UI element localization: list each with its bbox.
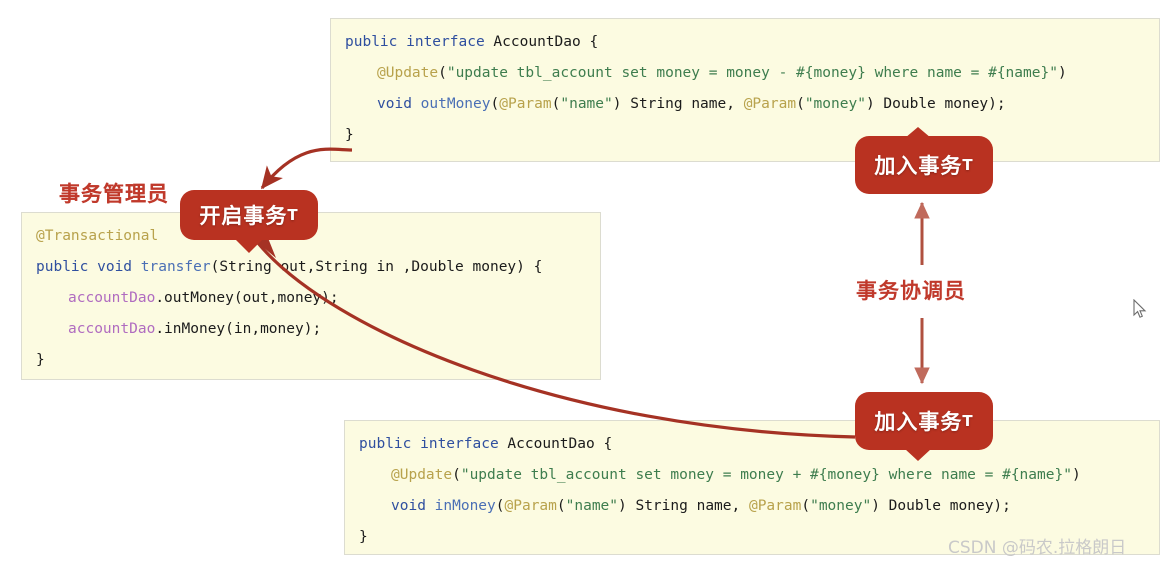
- code-token: "money": [810, 498, 872, 514]
- code-line: accountDao.inMoney(in,money);: [22, 314, 600, 345]
- code-token: "update tbl_account set money = money - …: [446, 65, 1058, 81]
- code-token: (String out,String in ,Double money) {: [210, 259, 543, 275]
- code-token: (: [452, 467, 461, 483]
- code-token: inMoney: [434, 498, 496, 514]
- code-token: "name": [560, 96, 613, 112]
- code-token: @Transactional: [36, 228, 159, 244]
- code-token: public: [36, 259, 98, 275]
- code-token: }: [36, 352, 45, 368]
- code-token: ) String name,: [618, 498, 749, 514]
- code-line: accountDao.outMoney(out,money);: [22, 283, 600, 314]
- code-token: @Update: [377, 65, 439, 81]
- bubble-join-top-suffix: T: [962, 156, 974, 174]
- code-token: outMoney: [420, 96, 491, 112]
- code-line: @Update("update tbl_account set money = …: [331, 58, 1159, 89]
- code-line: public void transfer(String out,String i…: [22, 252, 600, 283]
- code-token: "name": [565, 498, 619, 514]
- code-token: accountDao: [68, 321, 156, 337]
- label-transaction-coordinator: 事务协调员: [856, 279, 966, 303]
- code-token: (: [801, 498, 811, 514]
- code-token: ): [1071, 467, 1081, 483]
- code-token: }: [359, 529, 368, 545]
- code-token: @Param: [743, 96, 797, 112]
- code-line: void inMoney(@Param("name") String name,…: [345, 491, 1159, 522]
- watermark-credit: CSDN @码农.拉格朗日: [948, 538, 1127, 558]
- code-token: AccountDao {: [493, 34, 599, 50]
- code-token: .inMoney(in,money);: [155, 321, 322, 337]
- code-token: AccountDao {: [507, 436, 613, 452]
- code-token: transfer: [140, 259, 211, 275]
- label-transaction-manager: 事务管理员: [59, 178, 169, 208]
- code-line: }: [22, 345, 600, 376]
- code-token: }: [345, 127, 354, 143]
- bubble-join-transaction-bottom: 加入事务 T: [855, 392, 993, 450]
- code-token: (: [438, 65, 447, 81]
- bubble-start-transaction-label: 开启事务: [199, 204, 288, 228]
- code-token: interface: [406, 34, 494, 50]
- bubble-tail-join-bottom: [905, 449, 931, 461]
- code-token: public: [345, 34, 407, 50]
- code-token: void: [377, 96, 421, 112]
- code-line: public interface AccountDao {: [345, 429, 1159, 460]
- code-block-account-dao-outmoney: public interface AccountDao {@Update("up…: [330, 18, 1160, 162]
- code-token: (: [490, 96, 500, 112]
- mouse-pointer-icon: [1133, 299, 1147, 318]
- code-token: (: [495, 498, 505, 514]
- code-token: @Param: [748, 498, 802, 514]
- code-line: public interface AccountDao {: [331, 27, 1159, 58]
- code-token: ) Double money);: [865, 96, 1006, 112]
- code-token: (: [796, 96, 805, 112]
- code-token: void: [97, 259, 141, 275]
- code-token: interface: [420, 436, 508, 452]
- code-token: .outMoney(out,money);: [155, 290, 339, 306]
- code-token: "money": [804, 96, 866, 112]
- bubble-start-transaction-suffix: T: [287, 206, 299, 224]
- code-line: @Update("update tbl_account set money = …: [345, 460, 1159, 491]
- code-token: void: [391, 498, 435, 514]
- diagram-canvas: public interface AccountDao {@Update("up…: [0, 0, 1161, 564]
- code-token: "update tbl_account set money = money + …: [460, 467, 1072, 483]
- code-token: @Update: [391, 467, 453, 483]
- bubble-join-top-label: 加入事务: [874, 154, 963, 178]
- code-token: ): [1057, 65, 1067, 81]
- code-token: (: [556, 498, 566, 514]
- bubble-join-bottom-suffix: T: [962, 412, 974, 430]
- bubble-tail-start: [235, 239, 263, 253]
- code-token: ) String name,: [612, 96, 744, 112]
- code-token: accountDao: [68, 290, 156, 306]
- code-token: ) Double money);: [871, 498, 1011, 514]
- bubble-join-transaction-top: 加入事务 T: [855, 136, 993, 194]
- bubble-join-bottom-label: 加入事务: [874, 410, 963, 434]
- bubble-start-transaction: 开启事务 T: [180, 190, 318, 240]
- code-line: }: [331, 120, 1159, 151]
- code-token: public: [359, 436, 421, 452]
- code-token: @Param: [499, 96, 552, 112]
- code-line: void outMoney(@Param("name") String name…: [331, 89, 1159, 120]
- code-token: @Param: [504, 498, 557, 514]
